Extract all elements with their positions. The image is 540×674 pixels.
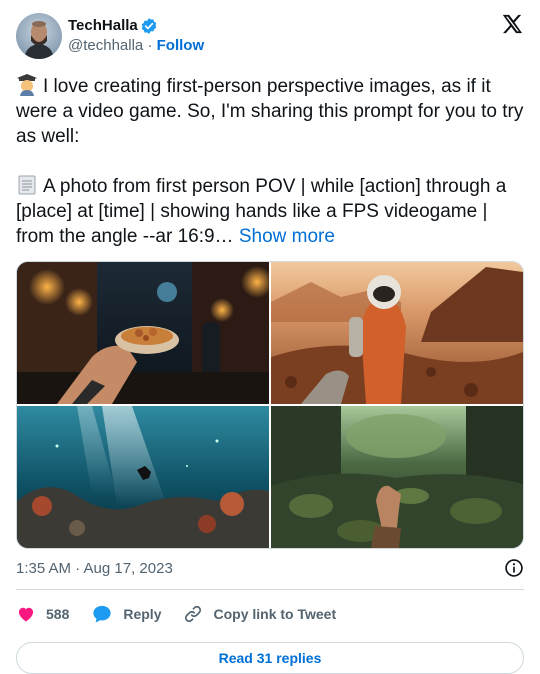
author-name-row: TechHalla [68,16,204,36]
link-icon [185,605,202,623]
divider [16,589,524,590]
info-icon[interactable] [504,558,524,578]
reply-label: Reply [123,606,162,622]
media-image-jungle[interactable] [271,406,523,548]
author-info: TechHalla @techhalla · Follow [68,16,204,56]
copy-link-button[interactable]: Copy link to Tweet [183,604,336,624]
tweet-paragraph-1: I love creating first-person perspective… [16,76,529,147]
x-logo-icon[interactable] [501,13,523,35]
heart-icon [18,607,34,622]
copy-link-label: Copy link to Tweet [213,606,337,622]
media-image-mars[interactable] [271,262,523,404]
verified-badge-icon [140,17,158,35]
author-handle[interactable]: @techhalla [68,37,143,54]
avatar[interactable] [16,13,62,59]
author-name[interactable]: TechHalla [68,16,138,36]
tweet-header: TechHalla @techhalla · Follow [16,12,524,60]
read-replies-button[interactable]: Read 31 replies [16,642,524,674]
tweet-card: TechHalla @techhalla · Follow I love cre… [0,0,540,674]
student-emoji-icon [16,74,38,96]
tweet-actions: 588 Reply Copy link to Tweet [16,594,524,634]
handle-row: @techhalla · Follow [68,36,204,56]
reply-button[interactable]: Reply [91,604,161,624]
timestamp[interactable]: 1:35 AM · Aug 17, 2023 [16,560,173,577]
show-more-link[interactable]: Show more [239,226,335,247]
tweet-text: I love creating first-person perspective… [16,74,524,249]
media-image-underwater[interactable] [17,406,269,548]
read-replies-label: Read 31 replies [218,650,322,666]
reply-bubble-icon [93,605,111,623]
handle-separator: · [147,37,153,54]
page-emoji-icon [16,174,38,196]
media-grid [16,261,524,549]
follow-button[interactable]: Follow [157,37,205,54]
like-count: 588 [46,606,70,622]
like-button[interactable]: 588 [16,604,69,624]
tweet-meta: 1:35 AM · Aug 17, 2023 [16,557,524,579]
media-image-market[interactable] [17,262,269,404]
